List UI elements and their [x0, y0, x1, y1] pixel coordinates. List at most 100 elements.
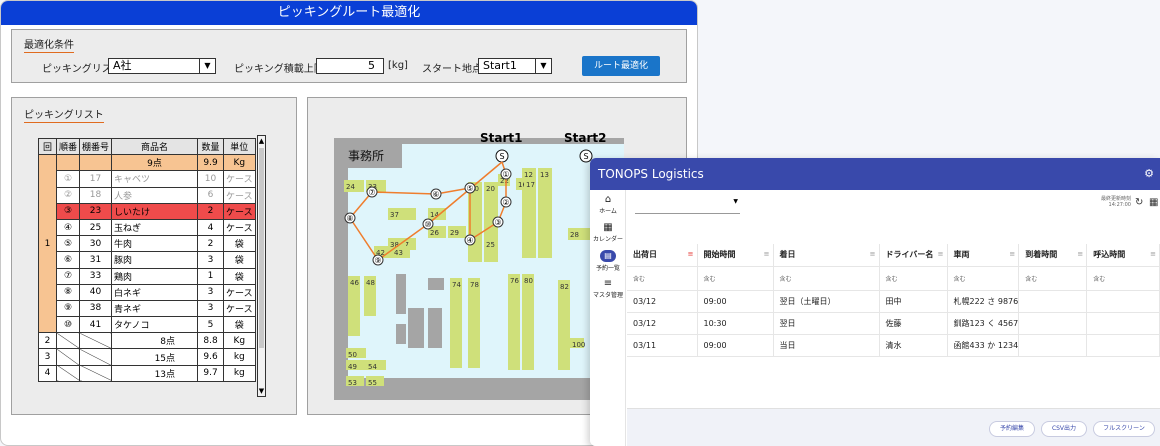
wall-block	[428, 278, 444, 290]
shelf-label: 76	[510, 277, 519, 285]
col-call-time[interactable]: 呼込時間 ≡	[1086, 244, 1160, 267]
window-title: ピッキングルート最適化	[1, 1, 697, 25]
start1-marker-letter: S	[499, 152, 504, 161]
table-row[interactable]: ⑥ 31 豚肉 3 袋	[39, 251, 256, 269]
tonops-title: TONOPS Logistics	[598, 167, 704, 181]
table-row[interactable]: ② 18 人参 6 ケース	[39, 186, 256, 204]
group-unit: kg	[223, 348, 256, 366]
table-row-selected[interactable]: ③ 23 しいたけ 2 ケース	[39, 202, 256, 220]
scroll-thumb[interactable]	[259, 148, 264, 348]
table-row[interactable]: ④ 25 玉ねぎ 4 ケース	[39, 218, 256, 237]
row-order: ③	[55, 202, 81, 220]
start-point-value: Start1	[483, 59, 517, 72]
start-point-label: スタート地点	[422, 64, 482, 75]
row-qty: 3	[197, 283, 225, 301]
edit-reservation-button[interactable]: 予約編集	[989, 421, 1035, 437]
table-row[interactable]: 03/11 09:00 当日 清水 函館433 か 1234	[627, 334, 1160, 357]
col-start-time[interactable]: 開始時間 ≡	[697, 244, 774, 267]
group-row[interactable]: 3 15点 9.6 kg	[38, 348, 256, 366]
filter-input[interactable]: 含む	[1086, 266, 1160, 291]
nav-reservations[interactable]: ▤ 予約一覧	[590, 250, 626, 272]
group-name: 8点	[111, 332, 199, 350]
menu-icon[interactable]: ≡	[870, 250, 876, 258]
group-summary-row[interactable]: 1 9点 9.9 Kg	[38, 154, 256, 334]
weight-unit-label: [kg]	[388, 60, 408, 71]
table-row[interactable]: ⑦ 33 鶏肉 1 袋	[39, 267, 256, 285]
filter-input[interactable]: 含む	[879, 266, 948, 291]
picking-list-select[interactable]: A社 ▼	[108, 58, 216, 74]
filter-input[interactable]: 含む	[947, 266, 1020, 291]
row-name: 牛肉	[111, 235, 199, 253]
menu-icon[interactable]: ≡	[764, 250, 770, 258]
row-unit: ケース	[223, 170, 256, 188]
row-qty: 3	[197, 299, 225, 318]
user-settings-icon[interactable]: ⚙	[1144, 158, 1154, 190]
row-unit: ケース	[223, 299, 256, 318]
route-stop-number: ⑨	[374, 256, 381, 265]
route-stop-number: ③	[494, 218, 501, 227]
row-name: キャベツ	[111, 170, 199, 188]
calendar-picker-icon[interactable]: ▦	[1149, 197, 1158, 208]
row-name: 豚肉	[111, 251, 199, 269]
row-name: 青ネギ	[111, 299, 199, 318]
table-scrollbar[interactable]: ▲ ▼	[257, 135, 266, 397]
shelf-label: 37	[390, 211, 399, 219]
scroll-up-icon[interactable]: ▲	[258, 136, 265, 146]
round-number: 1	[38, 154, 57, 334]
optimize-route-button[interactable]: ルート最適化	[582, 56, 660, 76]
col-vehicle[interactable]: 車両 ≡	[947, 244, 1020, 267]
menu-icon[interactable]: ≡	[1009, 250, 1015, 258]
table-row[interactable]: 03/12 10:30 翌日 佐藤 釧路123 く 4567	[627, 312, 1160, 335]
filter-input[interactable]: 含む	[773, 266, 880, 291]
col-arrival-day[interactable]: 着日 ≡	[773, 244, 880, 267]
col-arrival-time[interactable]: 到着時間 ≡	[1018, 244, 1088, 267]
row-unit: 袋	[223, 267, 256, 285]
row-qty: 2	[197, 235, 225, 253]
menu-icon[interactable]: ≡	[938, 250, 944, 258]
chevron-down-icon: ▼	[733, 198, 738, 205]
col-ship-date[interactable]: 出荷日 ≡	[627, 244, 698, 267]
shelf-label: 26	[430, 229, 439, 237]
table-row[interactable]: ⑩ 41 タケノコ 5 袋	[39, 316, 256, 334]
table-row[interactable]: ① 17 キャベツ 10 ケース	[39, 170, 256, 188]
master-icon: ≡	[603, 278, 613, 289]
row-qty: 2	[197, 202, 225, 220]
menu-icon[interactable]: ≡	[1150, 250, 1156, 258]
filter-input[interactable]: 含む	[627, 266, 698, 291]
weight-limit-input[interactable]: 5	[316, 58, 384, 74]
col-round: 回	[38, 137, 57, 156]
nav-home-label: ホーム	[599, 208, 617, 215]
shelf-label: 100	[572, 341, 585, 349]
sort-icon[interactable]: ≡	[688, 250, 694, 258]
group-row[interactable]: 4 13点 9.7 kg	[38, 364, 256, 382]
filter-dropdown[interactable]: ▼	[635, 196, 740, 214]
table-row[interactable]: ⑤ 30 牛肉 2 袋	[39, 235, 256, 253]
row-order: ①	[55, 170, 81, 188]
filter-input[interactable]: 含む	[1018, 266, 1088, 291]
fullscreen-button[interactable]: フルスクリーン	[1093, 421, 1155, 437]
scroll-down-icon[interactable]: ▼	[258, 386, 265, 396]
nav-home[interactable]: ⌂ ホーム	[590, 194, 626, 215]
shelf-label: 80	[524, 277, 533, 285]
csv-export-button[interactable]: CSV出力	[1041, 421, 1087, 437]
filter-input[interactable]: 含む	[697, 266, 774, 291]
nav-calendar[interactable]: ▦ カレンダー	[590, 222, 626, 243]
route-stop-number: ⑩	[424, 220, 431, 229]
group-row[interactable]: 2 8点 8.8 Kg	[38, 332, 256, 350]
picking-list-panel: ピッキングリスト 回 順番 棚番号 商品名 数量 単位 1 9点 9.9 Kg …	[11, 97, 297, 415]
start-point-select[interactable]: Start1 ▼	[478, 58, 552, 74]
row-unit: 袋	[223, 316, 256, 334]
side-nav: ⌂ ホーム ▦ カレンダー ▤ 予約一覧 ≡ マスタ管理	[590, 190, 626, 446]
reservation-grid: ▼ 最終更新時刻 14:27:00 ↻ ▦ 出荷日 ≡ 開始時間 ≡ 着日 ≡ ドライ…	[627, 190, 1160, 446]
menu-icon[interactable]: ≡	[1077, 250, 1083, 258]
refresh-icon[interactable]: ↻	[1135, 197, 1143, 208]
shelf-label: 48	[366, 279, 375, 287]
row-order: ②	[55, 186, 81, 204]
nav-reservations-label: 予約一覧	[595, 265, 620, 272]
table-row[interactable]: ⑧ 40 白ネギ 3 ケース	[39, 283, 256, 301]
row-name: 玉ねぎ	[111, 218, 199, 237]
nav-master[interactable]: ≡ マスタ管理	[590, 278, 626, 299]
col-driver[interactable]: ドライバー名 ≡	[879, 244, 948, 267]
table-row[interactable]: ⑨ 38 青ネギ 3 ケース	[39, 299, 256, 318]
table-row[interactable]: 03/12 09:00 翌日（土曜日） 田中 札幌222 さ 9876	[627, 290, 1160, 313]
